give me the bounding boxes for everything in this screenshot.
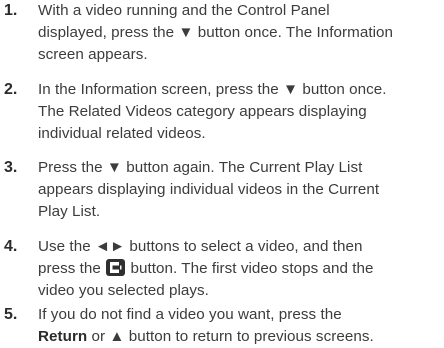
step-text-line: Use the ◄► buttons to select a video, an… <box>38 238 363 255</box>
step-text-fragment: or ▲ button to return to previous screen… <box>87 328 374 345</box>
step-text-line: displayed, press the ▼ button once. The … <box>38 24 394 41</box>
step-number: 4. <box>4 238 18 255</box>
step-text-line: appears displaying individual videos in … <box>38 181 380 198</box>
instruction-document: 1. With a video running and the Control … <box>0 0 444 347</box>
step-text-line: Play List. <box>38 203 101 220</box>
step-text-line: In the Information screen, press the ▼ b… <box>38 81 387 98</box>
step-text-line: The Related Videos category appears disp… <box>38 103 367 120</box>
step-text-line: press the button. The first video stops … <box>38 258 440 280</box>
step-number: 3. <box>4 159 18 176</box>
step-text-line: individual related videos. <box>38 125 206 142</box>
step-text-line: With a video running and the Control Pan… <box>38 2 330 19</box>
step-text-line: If you do not find a video you want, pre… <box>38 306 342 323</box>
step-text-fragment: button. The first video stops and the <box>130 260 374 277</box>
step-text-fragment: press the <box>38 260 101 277</box>
step-text-line: video you selected plays. <box>38 282 209 299</box>
step-number: 5. <box>4 306 18 323</box>
step-number: 2. <box>4 81 18 98</box>
return-button-label: Return <box>38 328 88 345</box>
step-text-line: Press the ▼ button again. The Current Pl… <box>38 159 363 176</box>
step-number: 1. <box>4 2 18 19</box>
step-text-line: Return or ▲ button to return to previous… <box>38 326 440 348</box>
enter-button-icon <box>106 259 126 276</box>
step-text-line: screen appears. <box>38 46 148 63</box>
